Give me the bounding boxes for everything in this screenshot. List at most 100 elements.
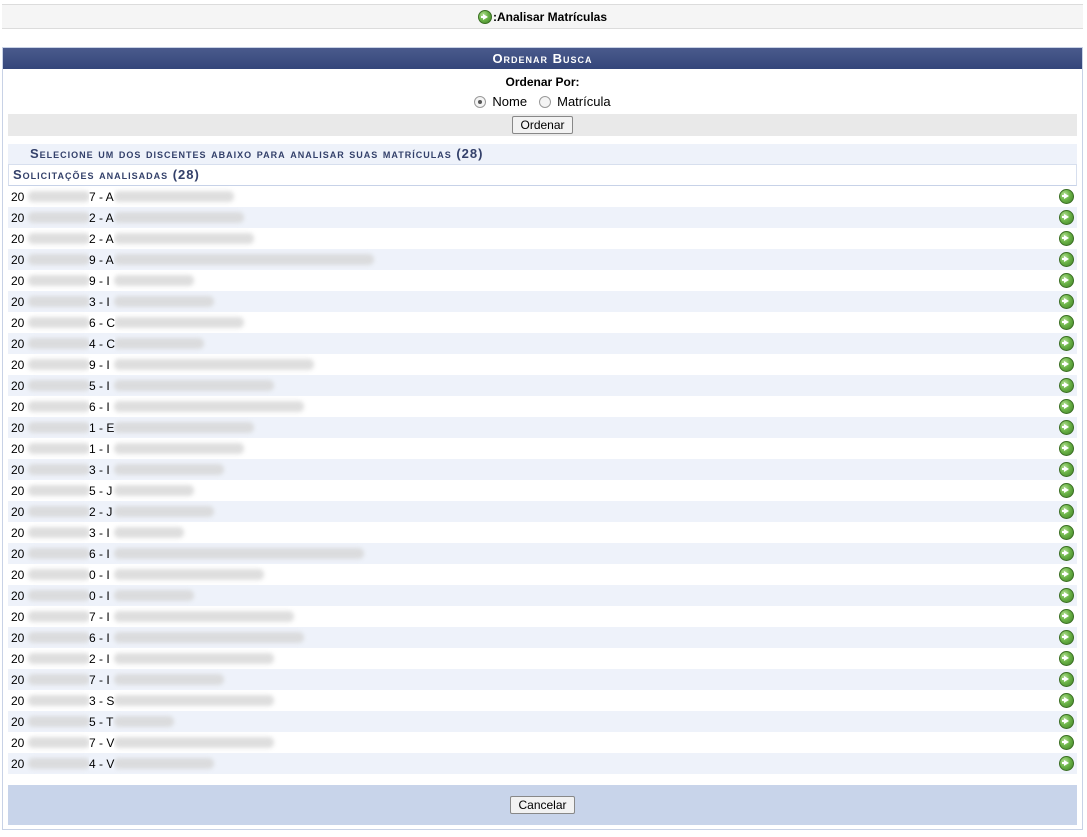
go-arrow-icon[interactable] — [1059, 714, 1074, 729]
list-item[interactable]: 20 0 - I — [8, 585, 1077, 606]
list-item[interactable]: 20 5 - J — [8, 480, 1077, 501]
student-entry-separator: 2 - I — [89, 651, 110, 666]
list-item[interactable]: 20 6 - I — [8, 627, 1077, 648]
go-arrow-icon[interactable] — [1059, 756, 1074, 771]
go-arrow-icon[interactable] — [1059, 504, 1074, 519]
go-arrow-icon[interactable] — [1059, 567, 1074, 582]
student-entry-separator: 3 - I — [89, 294, 110, 309]
go-arrow-icon[interactable] — [1059, 588, 1074, 603]
go-arrow-icon[interactable] — [1059, 483, 1074, 498]
student-entry-separator: 5 - I — [89, 378, 110, 393]
radio-matricula-label: Matrícula — [557, 94, 611, 109]
go-arrow-icon[interactable] — [1059, 231, 1074, 246]
go-arrow-icon[interactable] — [1059, 420, 1074, 435]
student-entry-separator: 9 - I — [89, 357, 110, 372]
student-entry-separator: 2 - A — [89, 210, 114, 225]
student-entry-separator: 1 - E — [89, 420, 115, 435]
redacted-id-and-name — [22, 753, 386, 774]
go-arrow-icon[interactable] — [1059, 630, 1074, 645]
student-entry-separator: 7 - A — [89, 189, 114, 204]
list-item[interactable]: 20 1 - E — [8, 417, 1077, 438]
redacted-id-and-name — [22, 417, 386, 438]
list-item[interactable]: 20 7 - A — [8, 186, 1077, 207]
go-arrow-icon[interactable] — [1059, 441, 1074, 456]
redacted-id-and-name — [22, 291, 386, 312]
list-item[interactable]: 20 2 - A — [8, 207, 1077, 228]
list-item[interactable]: 20 4 - C — [8, 333, 1077, 354]
list-item[interactable]: 20 3 - I — [8, 522, 1077, 543]
list-item[interactable]: 20 5 - I — [8, 375, 1077, 396]
go-arrow-icon[interactable] — [1059, 294, 1074, 309]
go-arrow-icon[interactable] — [1059, 252, 1074, 267]
list-item[interactable]: 20 2 - I — [8, 648, 1077, 669]
redacted-id-and-name — [22, 480, 386, 501]
list-item[interactable]: 20 7 - V — [8, 732, 1077, 753]
list-item[interactable]: 20 2 - J — [8, 501, 1077, 522]
list-item[interactable]: 20 3 - I — [8, 291, 1077, 312]
student-entry-separator: 7 - I — [89, 672, 110, 687]
redacted-id-and-name — [22, 270, 386, 291]
list-item[interactable]: 20 4 - V — [8, 753, 1077, 774]
list-item[interactable]: 20 3 - S — [8, 690, 1077, 711]
go-arrow-icon[interactable] — [1059, 357, 1074, 372]
redacted-id-and-name — [22, 207, 386, 228]
list-item[interactable]: 20 6 - C — [8, 312, 1077, 333]
cancel-button[interactable]: Cancelar — [510, 796, 575, 814]
redacted-id-and-name — [22, 249, 386, 270]
list-caption: Selecione um dos discentes abaixo para a… — [8, 144, 1077, 164]
redacted-id-and-name — [22, 732, 386, 753]
student-entry-separator: 9 - A — [89, 252, 114, 267]
go-arrow-icon[interactable] — [1059, 399, 1074, 414]
redacted-id-and-name — [22, 627, 386, 648]
redacted-id-and-name — [22, 606, 386, 627]
list-item[interactable]: 20 9 - A — [8, 249, 1077, 270]
go-arrow-icon[interactable] — [1059, 609, 1074, 624]
go-arrow-icon[interactable] — [1059, 315, 1074, 330]
go-arrow-icon[interactable] — [1059, 735, 1074, 750]
redacted-id-and-name — [22, 354, 386, 375]
list-item[interactable]: 20 0 - I — [8, 564, 1077, 585]
page-title: :Analisar Matrículas — [492, 9, 608, 24]
student-entry-separator: 7 - I — [89, 609, 110, 624]
radio-nome[interactable] — [474, 95, 487, 108]
go-arrow-icon[interactable] — [1059, 336, 1074, 351]
list-item[interactable]: 20 5 - T — [8, 711, 1077, 732]
student-entry-separator: 5 - T — [89, 714, 114, 729]
go-arrow-icon[interactable] — [1059, 462, 1074, 477]
student-entry-separator: 4 - C — [89, 336, 116, 351]
student-entry-separator: 6 - C — [89, 315, 116, 330]
go-arrow-icon[interactable] — [1059, 210, 1074, 225]
student-entry-separator: 5 - J — [89, 483, 113, 498]
student-entry-separator: 3 - I — [89, 525, 110, 540]
list-item[interactable]: 20 3 - I — [8, 459, 1077, 480]
go-arrow-icon[interactable] — [1059, 273, 1074, 288]
go-arrow-icon[interactable] — [1059, 651, 1074, 666]
list-sub-caption: Solicitações analisadas (28) — [8, 164, 1077, 186]
redacted-id-and-name — [22, 438, 386, 459]
redacted-id-and-name — [22, 522, 386, 543]
list-item[interactable]: 20 1 - I — [8, 438, 1077, 459]
list-item[interactable]: 20 7 - I — [8, 606, 1077, 627]
go-arrow-icon[interactable] — [1059, 525, 1074, 540]
student-entry-separator: 9 - I — [89, 273, 110, 288]
go-arrow-icon[interactable] — [1059, 189, 1074, 204]
list-item[interactable]: 20 9 - I — [8, 270, 1077, 291]
student-entry-separator: 1 - I — [89, 441, 110, 456]
list-item[interactable]: 20 6 - I — [8, 543, 1077, 564]
go-arrow-icon — [477, 9, 492, 24]
go-arrow-icon[interactable] — [1059, 693, 1074, 708]
radio-matricula[interactable] — [539, 95, 552, 108]
list-item[interactable]: 20 2 - A — [8, 228, 1077, 249]
go-arrow-icon[interactable] — [1059, 378, 1074, 393]
redacted-id-and-name — [22, 228, 386, 249]
student-entry-separator: 6 - I — [89, 546, 110, 561]
order-button[interactable]: Ordenar — [512, 116, 573, 134]
go-arrow-icon[interactable] — [1059, 672, 1074, 687]
list-item[interactable]: 20 7 - I — [8, 669, 1077, 690]
redacted-id-and-name — [22, 333, 386, 354]
list-item[interactable]: 20 6 - I — [8, 396, 1077, 417]
list-item[interactable]: 20 9 - I — [8, 354, 1077, 375]
page-title-bar: :Analisar Matrículas — [2, 4, 1083, 29]
go-arrow-icon[interactable] — [1059, 546, 1074, 561]
radio-nome-label: Nome — [492, 94, 528, 109]
